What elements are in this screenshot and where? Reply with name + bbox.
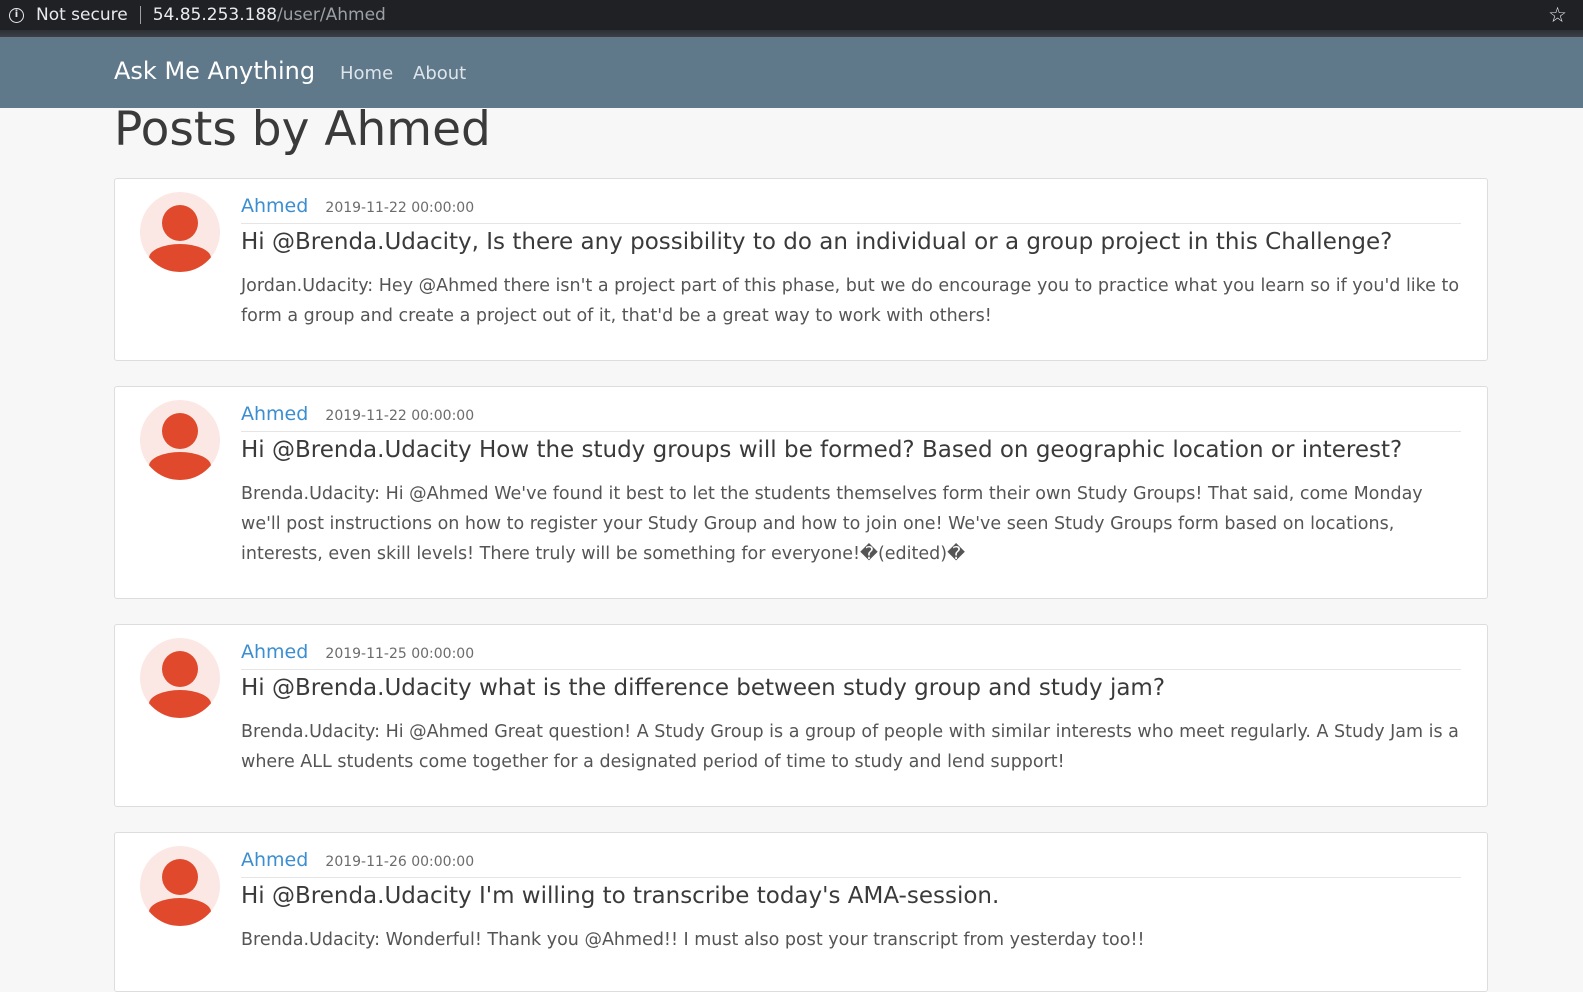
post-author-link[interactable]: Ahmed <box>241 195 308 217</box>
info-icon[interactable]: i <box>9 7 24 23</box>
post-card: Ahmed 2019-11-22 00:00:00 Hi @Brenda.Uda… <box>114 386 1488 599</box>
avatar-icon <box>140 192 220 272</box>
post-author-link[interactable]: Ahmed <box>241 641 308 663</box>
avatar-head <box>162 205 198 241</box>
avatar-head <box>162 859 198 895</box>
post-card: Ahmed 2019-11-25 00:00:00 Hi @Brenda.Uda… <box>114 624 1488 807</box>
url-field[interactable]: 54.85.253.188/user/Ahmed <box>153 5 386 25</box>
avatar-icon <box>140 400 220 480</box>
post-author-link[interactable]: Ahmed <box>241 403 308 425</box>
site-navbar: Ask Me Anything Home About <box>0 37 1583 108</box>
address-separator <box>139 6 141 24</box>
avatar-body <box>149 244 211 272</box>
browser-bar-divider <box>0 30 1583 37</box>
url-path: /user/Ahmed <box>277 5 386 25</box>
browser-address-bar: i Not secure 54.85.253.188/user/Ahmed ☆ <box>0 0 1583 30</box>
post-card: Ahmed 2019-11-26 00:00:00 Hi @Brenda.Uda… <box>114 832 1488 992</box>
avatar-body <box>149 690 211 718</box>
security-label[interactable]: Not secure <box>36 5 128 25</box>
post-body: Jordan.Udacity: Hey @Ahmed there isn't a… <box>241 276 1460 326</box>
post-body: Brenda.Udacity: Hi @Ahmed Great question… <box>241 722 1459 772</box>
post-meta: Ahmed 2019-11-22 00:00:00 <box>241 195 1461 224</box>
post-date: 2019-11-25 00:00:00 <box>325 646 475 662</box>
post-body: Brenda.Udacity: Hi @Ahmed We've found it… <box>241 484 1423 564</box>
page-title: Posts by Ahmed <box>114 102 491 157</box>
post-title: Hi @Brenda.Udacity I'm willing to transc… <box>241 883 1000 909</box>
avatar-body <box>149 452 211 480</box>
avatar-body <box>149 898 211 926</box>
avatar-head <box>162 651 198 687</box>
avatar-head <box>162 413 198 449</box>
post-date: 2019-11-22 00:00:00 <box>325 408 475 424</box>
brand-link[interactable]: Ask Me Anything <box>114 57 315 85</box>
post-meta: Ahmed 2019-11-22 00:00:00 <box>241 403 1461 432</box>
avatar-icon <box>140 846 220 926</box>
post-date: 2019-11-26 00:00:00 <box>325 854 475 870</box>
post-card: Ahmed 2019-11-22 00:00:00 Hi @Brenda.Uda… <box>114 178 1488 361</box>
nav-about-link[interactable]: About <box>413 63 466 84</box>
post-title: Hi @Brenda.Udacity How the study groups … <box>241 437 1403 463</box>
nav-home-link[interactable]: Home <box>340 63 393 84</box>
post-date: 2019-11-22 00:00:00 <box>325 200 475 216</box>
post-author-link[interactable]: Ahmed <box>241 849 308 871</box>
avatar-icon <box>140 638 220 718</box>
post-title: Hi @Brenda.Udacity, Is there any possibi… <box>241 229 1393 255</box>
post-meta: Ahmed 2019-11-26 00:00:00 <box>241 849 1461 878</box>
post-body: Brenda.Udacity: Wonderful! Thank you @Ah… <box>241 930 1145 950</box>
url-host: 54.85.253.188 <box>152 5 278 25</box>
post-title: Hi @Brenda.Udacity what is the differenc… <box>241 675 1166 701</box>
bookmark-star-icon[interactable]: ☆ <box>1548 3 1567 27</box>
post-meta: Ahmed 2019-11-25 00:00:00 <box>241 641 1461 670</box>
